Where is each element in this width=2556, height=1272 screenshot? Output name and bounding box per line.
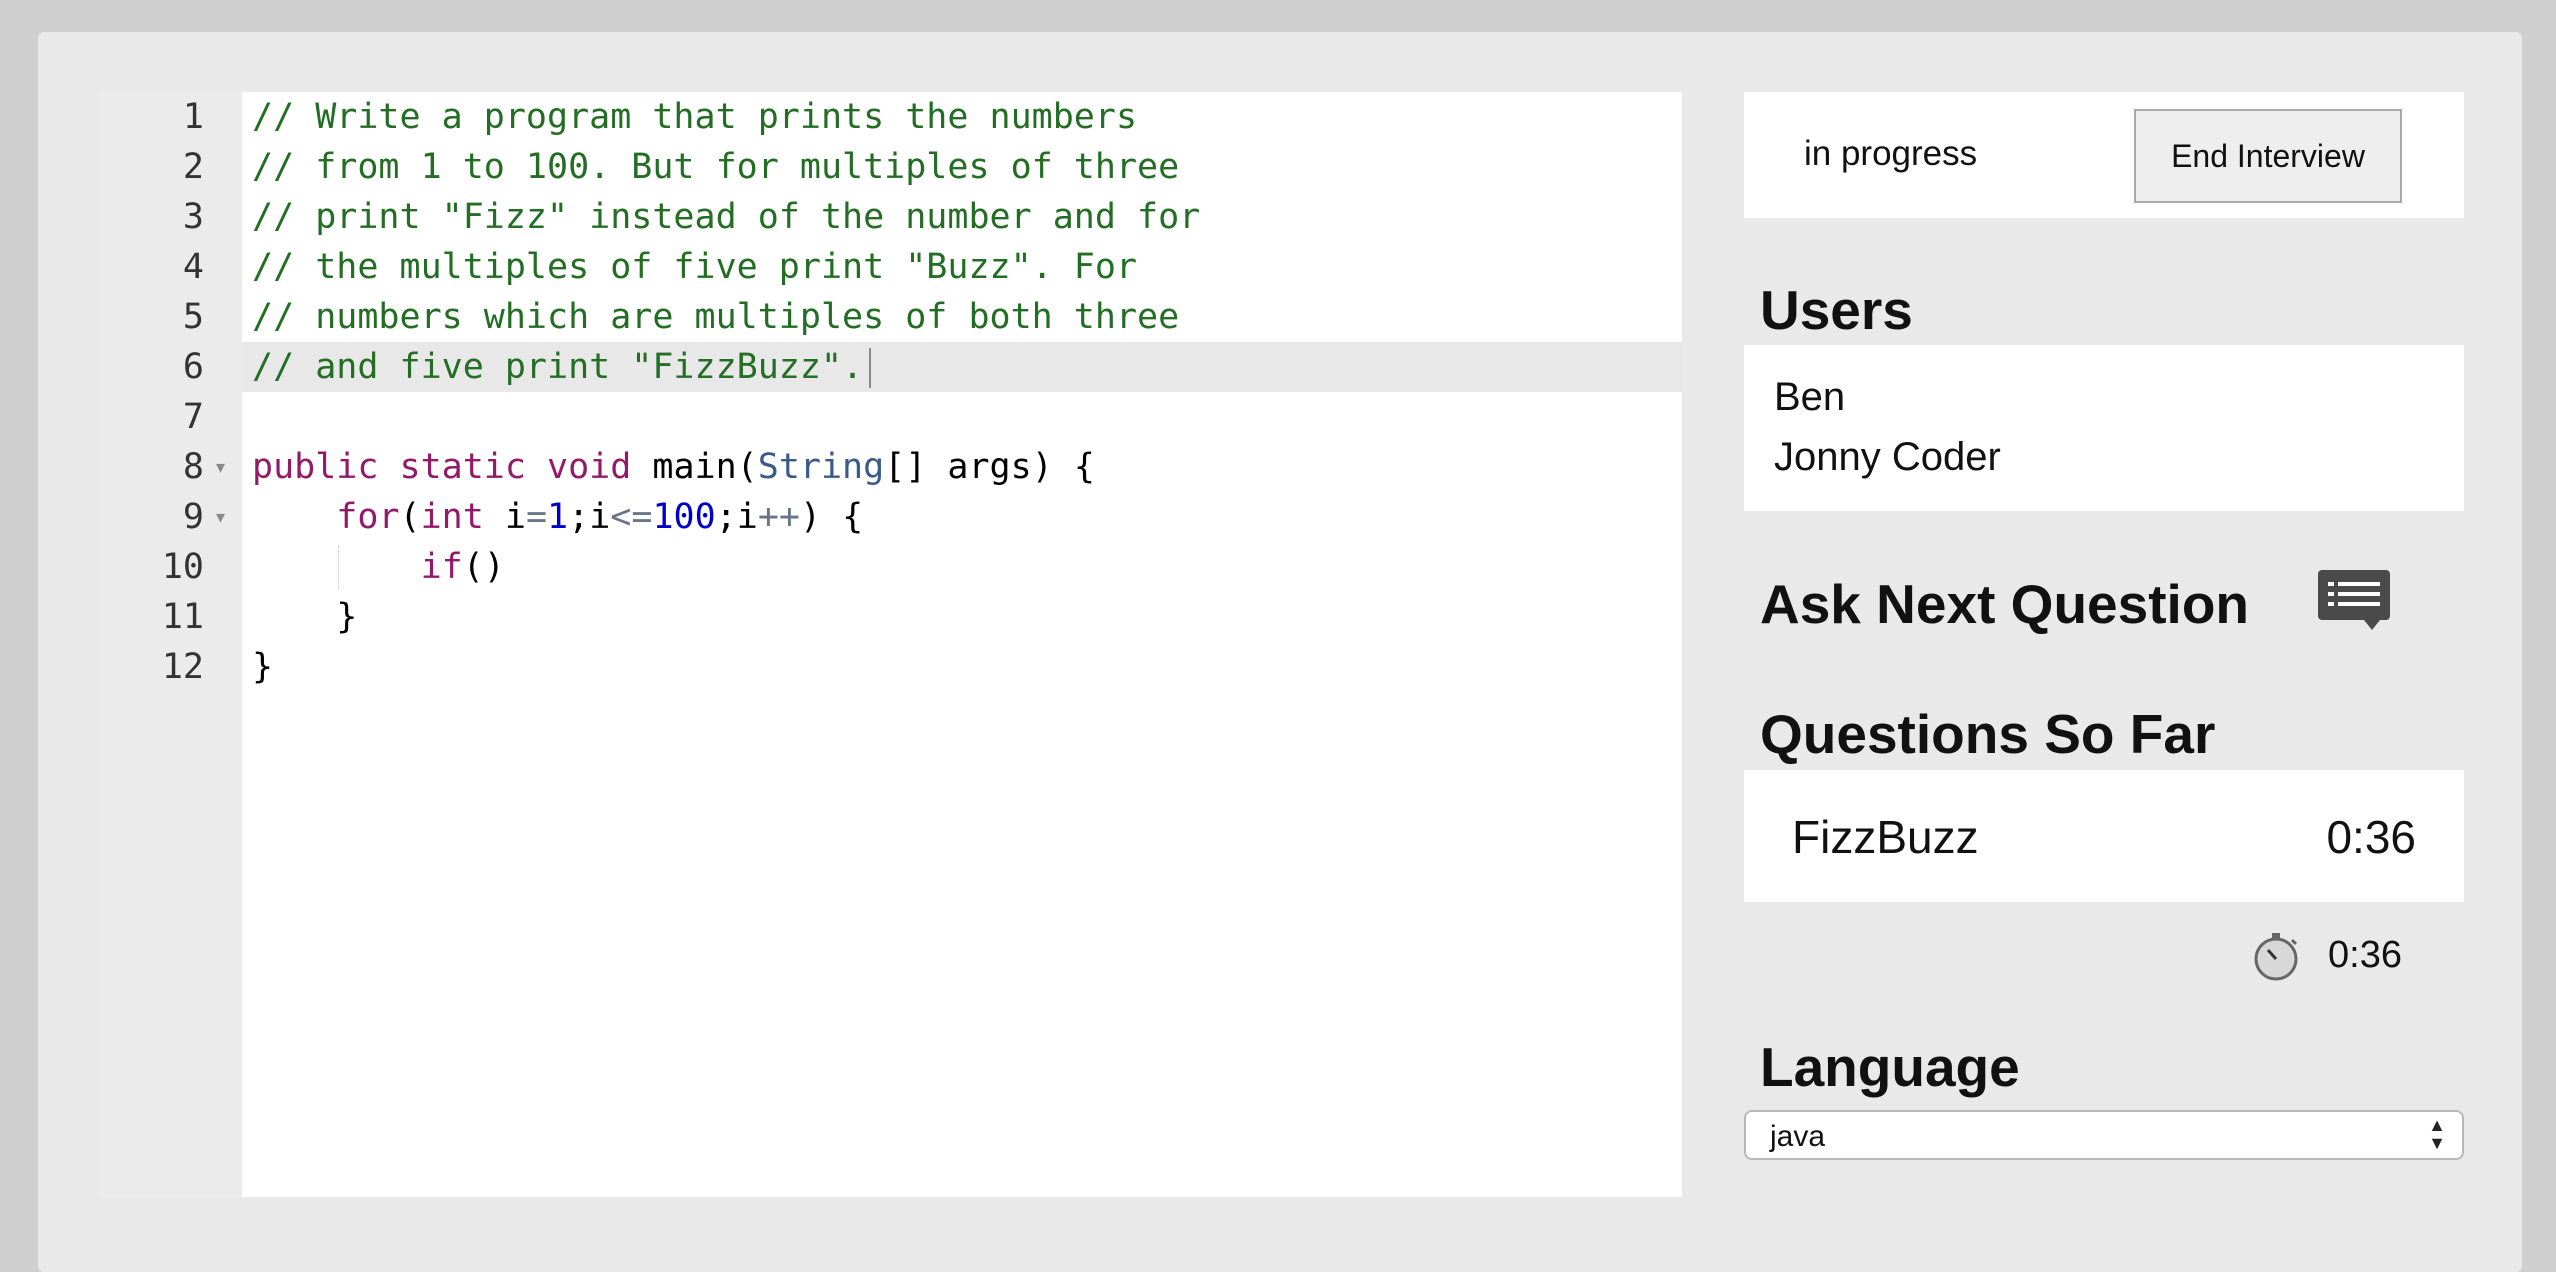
- line-number: 11: [161, 597, 204, 637]
- code-line[interactable]: for(int i=1;i<=100;i++) {: [252, 492, 863, 542]
- interview-status-text: in progress: [1804, 134, 1978, 173]
- total-timer: 0:36: [2328, 934, 2402, 976]
- fold-toggle-icon[interactable]: ▾: [216, 492, 225, 542]
- user-name: Jonny Coder: [1774, 435, 2001, 479]
- language-selected-value: java: [1770, 1120, 1826, 1153]
- line-number: 12: [161, 647, 204, 687]
- code-line[interactable]: // the multiples of five print "Buzz". F…: [252, 242, 1137, 292]
- users-list: Ben Jonny Coder: [1744, 345, 2464, 511]
- line-number: 9: [182, 497, 204, 537]
- code-token: main(: [631, 447, 758, 487]
- code-token: // numbers which are multiples of both t…: [252, 297, 1180, 337]
- code-token: ) {: [799, 497, 864, 537]
- code-token: 100: [652, 497, 716, 537]
- indent-guide: [338, 546, 339, 588]
- stopwatch-icon: [2254, 933, 2298, 981]
- code-token: // from 1 to 100. But for multiples of t…: [252, 147, 1180, 187]
- question-time: 0:36: [2326, 811, 2416, 863]
- code-token: if: [420, 547, 463, 587]
- code-token: // print "Fizz" instead of the number an…: [252, 197, 1201, 237]
- code-token: (): [462, 547, 505, 587]
- code-token: for: [336, 497, 400, 537]
- code-token: ;i: [568, 497, 611, 537]
- end-interview-button[interactable]: End Interview: [2134, 109, 2402, 203]
- code-token: }: [252, 647, 274, 687]
- questions-so-far-heading: Questions So Far: [1760, 703, 2216, 765]
- line-number: 4: [182, 247, 204, 287]
- code-token: int: [420, 497, 484, 537]
- code-line[interactable]: // from 1 to 100. But for multiples of t…: [252, 142, 1179, 192]
- question-row[interactable]: FizzBuzz 0:36: [1744, 770, 2464, 902]
- line-number: 7: [182, 397, 204, 437]
- line-number: 6: [182, 347, 204, 387]
- code-token: // the multiples of five print "Buzz". F…: [252, 247, 1138, 287]
- question-name: FizzBuzz: [1792, 811, 1979, 863]
- code-line[interactable]: // print "Fizz" instead of the number an…: [252, 192, 1200, 242]
- code-token: String: [757, 447, 885, 487]
- code-line[interactable]: }: [252, 592, 357, 642]
- users-heading: Users: [1760, 279, 1913, 341]
- code-token: static: [399, 447, 526, 487]
- code-token: <=: [610, 497, 653, 537]
- text-cursor: [869, 348, 872, 388]
- line-number: 5: [182, 297, 204, 337]
- code-token: // and five print "FizzBuzz".: [252, 347, 864, 387]
- line-number: 2: [182, 147, 204, 187]
- select-arrows-icon: ▲ ▼: [2428, 1115, 2446, 1153]
- code-line[interactable]: // and five print "FizzBuzz".: [252, 342, 872, 392]
- code-editor[interactable]: 1 2 3 4 5 6 7 8 ▾ 9 ▾ 10 11 12 // Write a program tha…: [100, 92, 1682, 1197]
- code-token: void: [547, 447, 632, 487]
- code-line[interactable]: // Write a program that prints the numbe…: [252, 92, 1137, 142]
- code-line[interactable]: // numbers which are multiples of both t…: [252, 292, 1179, 342]
- line-number: 3: [182, 197, 204, 237]
- fold-toggle-icon[interactable]: ▾: [216, 442, 225, 492]
- code-token: i: [483, 497, 526, 537]
- line-number-gutter: 1 2 3 4 5 6 7 8 ▾ 9 ▾ 10 11 12: [100, 92, 242, 1197]
- code-token: // Write a program that prints the numbe…: [252, 97, 1138, 137]
- line-number: 10: [161, 547, 204, 587]
- code-token: (: [399, 497, 421, 537]
- code-line[interactable]: }: [252, 642, 273, 692]
- line-number: 1: [182, 97, 204, 137]
- code-line[interactable]: public static void main(String[] args) {: [252, 442, 1095, 492]
- code-token: 1: [547, 497, 569, 537]
- code-line[interactable]: if(): [252, 542, 505, 592]
- line-number: 8: [182, 447, 204, 487]
- language-heading: Language: [1760, 1036, 2020, 1098]
- language-select[interactable]: java ▲ ▼: [1744, 1110, 2464, 1160]
- question-list-icon[interactable]: [2318, 570, 2390, 630]
- ask-next-question-heading: Ask Next Question: [1760, 573, 2250, 635]
- code-token: public: [252, 447, 379, 487]
- user-name: Ben: [1774, 375, 1846, 419]
- code-token: =: [525, 497, 548, 537]
- code-token: ;i: [715, 497, 758, 537]
- code-token: [] args) {: [884, 447, 1095, 487]
- code-token: ++: [757, 497, 800, 537]
- code-token: }: [252, 597, 358, 637]
- interview-status-panel: in progress End Interview: [1744, 92, 2464, 218]
